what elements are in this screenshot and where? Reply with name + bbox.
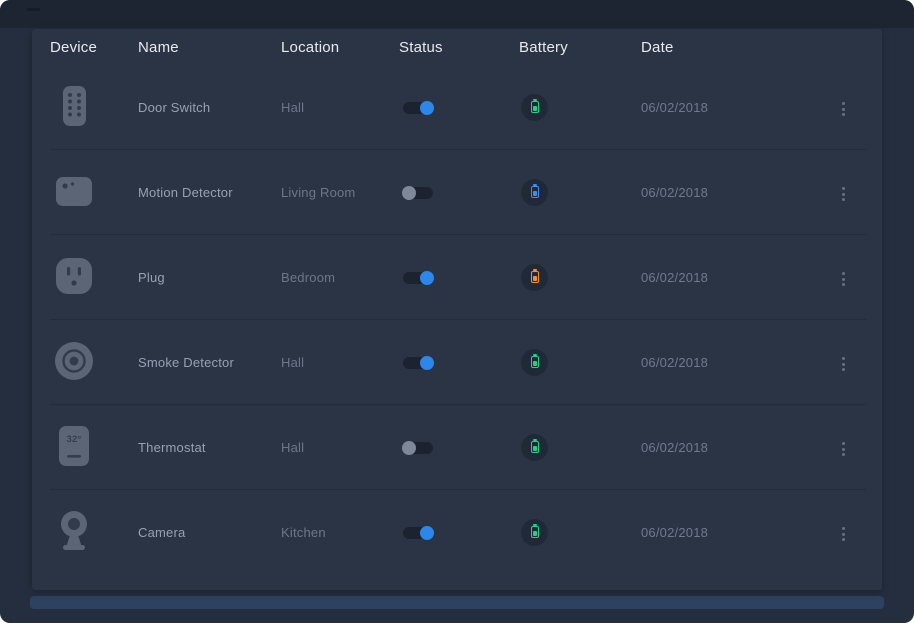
battery-indicator [521,349,548,376]
device-name: Motion Detector [138,185,281,200]
battery-icon [531,441,539,453]
motion-detector-icon [52,169,96,213]
thermostat-icon: 32° [52,424,96,468]
device-date: 06/02/2018 [641,355,820,370]
status-toggle[interactable] [403,187,433,199]
battery-indicator [521,434,548,461]
device-date: 06/02/2018 [641,440,820,455]
row-menu-button[interactable] [837,352,850,376]
device-name: Plug [138,270,281,285]
table-row: Smoke Detector Hall 06/02/2018 [50,319,866,404]
device-name: Camera [138,525,281,540]
row-menu-button[interactable] [837,437,850,461]
battery-icon [531,101,539,113]
column-header-status: Status [399,39,519,56]
status-toggle[interactable] [403,357,433,369]
toggle-knob [402,186,416,200]
toggle-knob [420,101,434,115]
table-row: Plug Bedroom 06/02/2018 [50,234,866,319]
window-top-bar [0,0,914,28]
battery-icon [531,356,539,368]
device-location: Kitchen [281,525,399,540]
table-row: Door Switch Hall 06/02/2018 [50,65,866,149]
toggle-knob [402,441,416,455]
column-header-name: Name [138,39,281,56]
status-toggle[interactable] [403,102,433,114]
camera-icon [52,509,96,553]
column-header-date: Date [641,39,820,56]
device-name: Door Switch [138,100,281,115]
device-location: Hall [281,100,399,115]
row-menu-button[interactable] [837,97,850,121]
battery-icon [531,186,539,198]
device-name: Thermostat [138,440,281,455]
device-location: Bedroom [281,270,399,285]
device-date: 06/02/2018 [641,185,820,200]
status-toggle[interactable] [403,527,433,539]
window-handle [27,8,40,11]
bottom-accent-bar [30,596,884,609]
battery-indicator [521,519,548,546]
device-icon-cell: 32° [50,424,138,471]
device-icon-cell [50,169,138,216]
table-row: Camera Kitchen 06/02/2018 [50,489,866,574]
device-icon-cell [50,254,138,301]
status-toggle[interactable] [403,272,433,284]
devices-table: Device Name Location Status Battery Date [32,29,882,574]
column-header-location: Location [281,39,399,56]
battery-indicator [521,264,548,291]
table-row: Motion Detector Living Room 06/02/2018 [50,149,866,234]
device-icon-cell [50,84,138,131]
battery-icon [531,271,539,283]
plug-icon [52,254,96,298]
app-window: Device Name Location Status Battery Date [0,0,914,623]
battery-icon [531,526,539,538]
table-header: Device Name Location Status Battery Date [50,29,866,65]
row-menu-button[interactable] [837,182,850,206]
smoke-detector-icon [52,339,96,383]
table-row: 32° Thermostat Hall 06/02/2018 [50,404,866,489]
row-menu-button[interactable] [837,522,850,546]
device-icon-cell [50,509,138,556]
status-toggle[interactable] [403,442,433,454]
device-location: Hall [281,440,399,455]
device-date: 06/02/2018 [641,100,820,115]
column-header-battery: Battery [519,39,641,56]
row-menu-button[interactable] [837,267,850,291]
toggle-knob [420,356,434,370]
device-location: Living Room [281,185,399,200]
device-date: 06/02/2018 [641,525,820,540]
battery-indicator [521,94,548,121]
thermostat-display: 32° [67,434,82,445]
battery-indicator [521,179,548,206]
toggle-knob [420,271,434,285]
devices-panel: Device Name Location Status Battery Date [32,29,882,590]
toggle-knob [420,526,434,540]
door-switch-icon [52,84,96,128]
device-name: Smoke Detector [138,355,281,370]
device-location: Hall [281,355,399,370]
device-icon-cell [50,339,138,386]
column-header-device: Device [50,39,138,56]
device-date: 06/02/2018 [641,270,820,285]
